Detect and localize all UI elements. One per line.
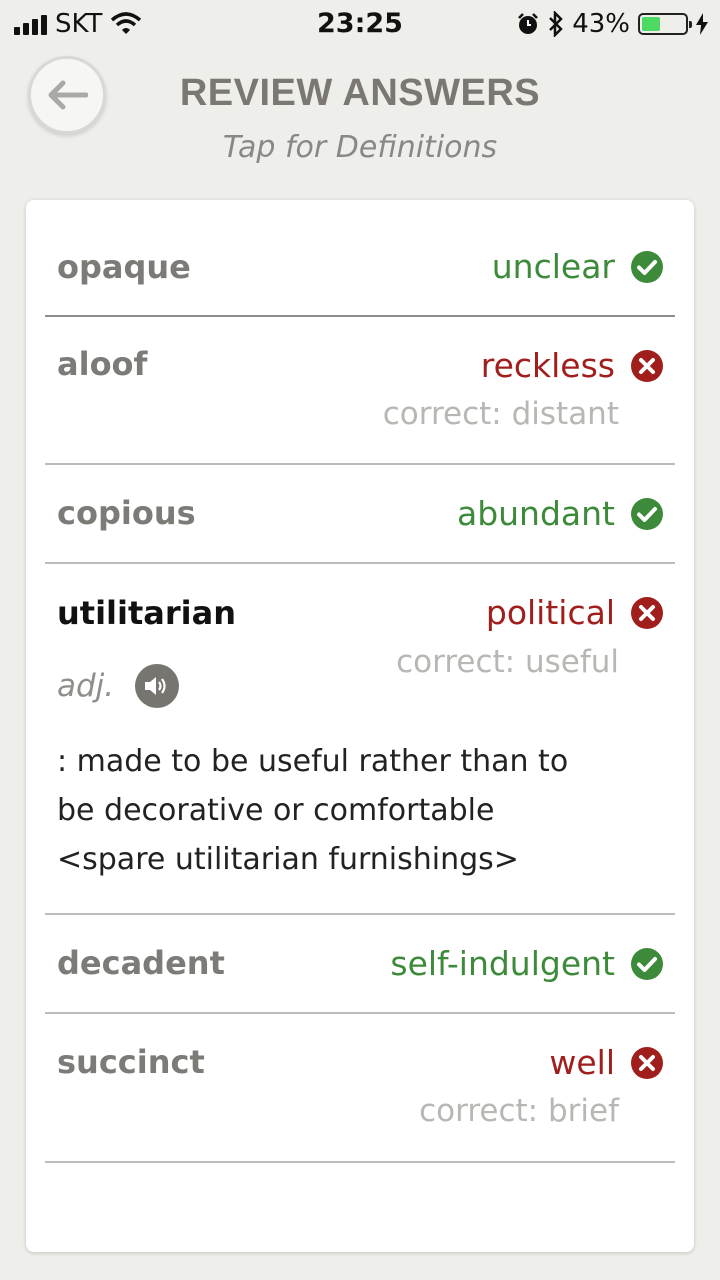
answer-row-succinct[interactable]: succinct well correct: brief bbox=[45, 1014, 675, 1163]
answer-row-opaque[interactable]: opaque unclear bbox=[45, 200, 675, 317]
vocab-word: utilitarian bbox=[57, 594, 236, 632]
page-subtitle: Tap for Definitions bbox=[222, 130, 498, 165]
alarm-icon bbox=[518, 13, 539, 34]
battery-icon bbox=[638, 13, 692, 35]
answers-card: opaque unclear aloof reckless correct: d… bbox=[26, 200, 694, 1252]
check-circle-icon bbox=[631, 498, 663, 530]
part-of-speech: adj. bbox=[57, 668, 115, 704]
vocab-word: opaque bbox=[57, 248, 191, 286]
answer-row-utilitarian[interactable]: utilitarian political correct: useful ad… bbox=[45, 564, 675, 915]
correct-answer: correct: brief bbox=[419, 1093, 619, 1129]
battery-percent: 43% bbox=[572, 9, 630, 39]
given-answer: reckless bbox=[480, 346, 615, 385]
charging-icon bbox=[696, 13, 708, 35]
status-bar: SKT 23:25 43% bbox=[0, 0, 720, 48]
vocab-word: decadent bbox=[57, 944, 225, 982]
definition-line: <spare utilitarian furnishings> bbox=[57, 842, 519, 877]
definition-line: be decorative or comfortable bbox=[57, 793, 495, 828]
given-answer: self-indulgent bbox=[390, 944, 615, 983]
given-answer: unclear bbox=[491, 247, 615, 286]
check-circle-icon bbox=[631, 948, 663, 980]
pronunciation-button[interactable] bbox=[135, 664, 179, 708]
x-circle-icon bbox=[631, 350, 663, 382]
page-title: REVIEW ANSWERS bbox=[179, 72, 541, 114]
given-answer: well bbox=[549, 1043, 615, 1082]
check-circle-icon bbox=[631, 251, 663, 283]
answer-row-copious[interactable]: copious abundant bbox=[45, 465, 675, 564]
vocab-word: succinct bbox=[57, 1043, 205, 1081]
correct-answer: correct: useful bbox=[396, 644, 619, 680]
given-answer: political bbox=[485, 593, 615, 632]
correct-answer: correct: distant bbox=[382, 396, 619, 432]
vocab-word: copious bbox=[57, 494, 196, 532]
definition: : made to be useful rather than to be de… bbox=[57, 737, 657, 884]
definition-line: : made to be useful rather than to bbox=[57, 744, 569, 779]
speaker-icon bbox=[145, 677, 166, 695]
x-circle-icon bbox=[631, 1047, 663, 1079]
answer-row-aloof[interactable]: aloof reckless correct: distant bbox=[45, 317, 675, 465]
bluetooth-icon bbox=[549, 11, 563, 37]
vocab-word: aloof bbox=[57, 345, 148, 383]
x-circle-icon bbox=[631, 597, 663, 629]
given-answer: abundant bbox=[456, 494, 615, 533]
answer-row-decadent[interactable]: decadent self-indulgent bbox=[45, 915, 675, 1014]
